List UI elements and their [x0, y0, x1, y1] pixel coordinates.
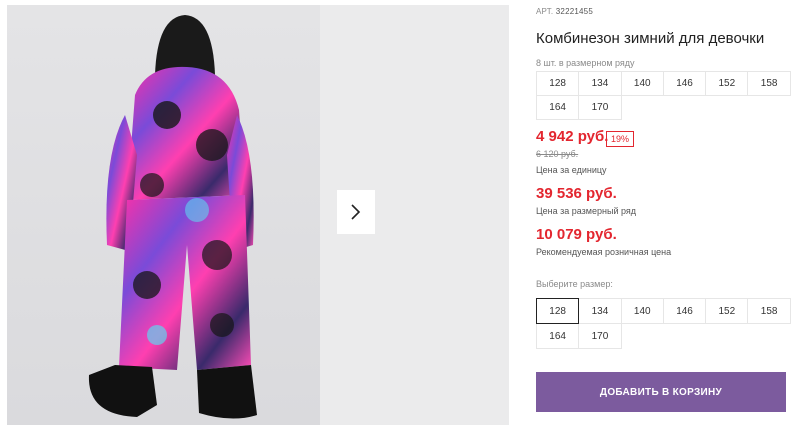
- size-row-note: 8 шт. в размерном ряду: [536, 58, 635, 68]
- product-info-panel: АРТ. 32221455 Комбинезон зимний для дево…: [536, 0, 791, 425]
- size-row-item: 164: [536, 95, 580, 120]
- size-option-140[interactable]: 140: [620, 298, 664, 324]
- size-selector: 128 134 140 146 152 158 164 170: [536, 298, 791, 349]
- rrp-price: 10 079 руб.: [536, 226, 617, 243]
- size-row-item: 140: [620, 71, 664, 96]
- article-label: АРТ.: [536, 7, 554, 16]
- unit-price: 4 942 руб.: [536, 128, 609, 145]
- size-row-item: 134: [578, 71, 622, 96]
- size-row-item: 152: [705, 71, 749, 96]
- size-option-134[interactable]: 134: [578, 298, 622, 324]
- gallery-next-button[interactable]: [337, 190, 375, 234]
- rrp-price-label: Рекомендуемая розничная цена: [536, 247, 672, 257]
- size-row-price: 39 536 руб.: [536, 185, 617, 202]
- product-photo-illustration: [88, 15, 257, 419]
- article-number: АРТ. 32221455: [536, 7, 593, 16]
- size-row-grid: 128 134 140 146 152 158 164 170: [536, 71, 791, 120]
- discount-badge: 19%: [606, 131, 635, 147]
- size-row-item: 128: [536, 71, 580, 96]
- chevron-right-icon: [351, 204, 361, 220]
- size-option-170[interactable]: 170: [578, 323, 622, 349]
- size-row-item: 158: [747, 71, 791, 96]
- size-row-item: 146: [662, 71, 707, 96]
- size-option-128[interactable]: 128: [536, 298, 580, 324]
- product-photo: [7, 5, 320, 425]
- size-row-price-label: Цена за размерный ряд: [536, 206, 637, 216]
- product-gallery: [7, 5, 509, 425]
- article-value: 32221455: [555, 7, 593, 16]
- size-option-158[interactable]: 158: [747, 298, 791, 324]
- size-option-164[interactable]: 164: [536, 323, 580, 349]
- size-option-146[interactable]: 146: [662, 298, 707, 324]
- add-to-cart-button[interactable]: ДОБАВИТЬ В КОРЗИНУ: [536, 372, 786, 412]
- product-title: Комбинезон зимний для девочки: [536, 30, 765, 47]
- size-option-152[interactable]: 152: [705, 298, 749, 324]
- size-row-item: 170: [578, 95, 622, 120]
- size-select-label: Выберите размер:: [536, 279, 613, 289]
- old-price: 6 120 руб.: [536, 149, 579, 159]
- unit-price-label: Цена за единицу: [536, 165, 607, 175]
